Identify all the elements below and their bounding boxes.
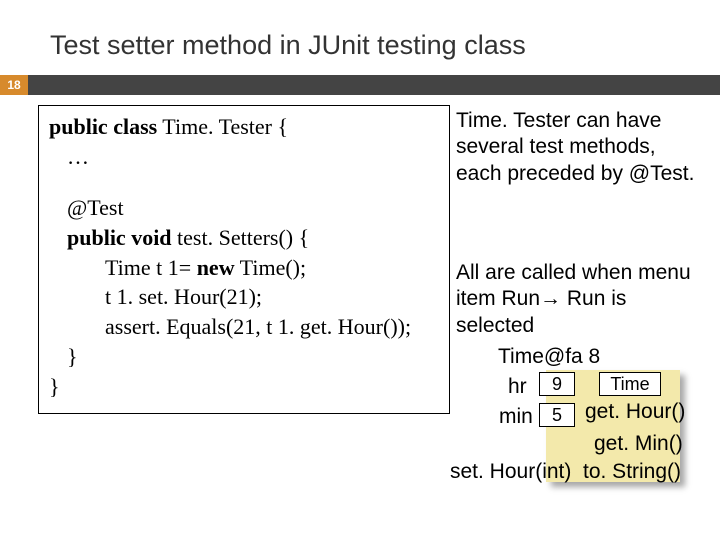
accent-band	[0, 75, 720, 95]
keyword-new: new	[197, 255, 235, 280]
field-min-label: min	[499, 405, 533, 429]
code-block: public class Time. Tester { … @Test publ…	[38, 105, 450, 414]
code-line-5: Time t 1= new Time();	[105, 253, 439, 283]
code-l1-rest: Time. Tester {	[157, 114, 288, 139]
slide-root: Test setter method in JUnit testing clas…	[0, 0, 720, 540]
code-line-2: …	[67, 142, 439, 172]
code-l5a: Time t 1=	[105, 255, 197, 280]
code-line-7: assert. Equals(21, t 1. get. Hour());	[105, 312, 439, 342]
field-hr-label: hr	[508, 375, 527, 399]
class-name-box: Time	[599, 372, 661, 396]
object-reference-label: Time@fa 8	[498, 345, 600, 369]
code-l4-rest: test. Setters() {	[172, 225, 310, 250]
keyword-public-void: public void	[67, 225, 172, 250]
code-line-3: @Test	[67, 193, 439, 223]
field-min-value: 5	[539, 403, 575, 427]
field-hr-value: 9	[539, 372, 575, 396]
code-line-6: t 1. set. Hour(21);	[105, 282, 439, 312]
method-sethour: set. Hour(int)	[450, 460, 571, 484]
right-paragraph-1: Time. Tester can have several test metho…	[456, 108, 706, 187]
right-paragraph-2: All are called when menu item Run→ Run i…	[456, 260, 706, 339]
keyword-public-class: public class	[49, 114, 157, 139]
method-getmin: get. Min()	[594, 432, 683, 456]
code-l5b: Time();	[235, 255, 307, 280]
method-tostring: to. String()	[583, 460, 681, 484]
code-line-8: }	[67, 342, 439, 372]
page-number-box: 18	[0, 75, 28, 95]
method-gethour: get. Hour()	[585, 400, 685, 424]
code-line-1: public class Time. Tester {	[49, 112, 439, 142]
code-line-4: public void test. Setters() {	[67, 223, 439, 253]
code-line-9: }	[49, 372, 439, 402]
slide-title: Test setter method in JUnit testing clas…	[50, 30, 526, 61]
code-blank	[49, 171, 439, 193]
arrow-icon: →	[540, 286, 561, 312]
